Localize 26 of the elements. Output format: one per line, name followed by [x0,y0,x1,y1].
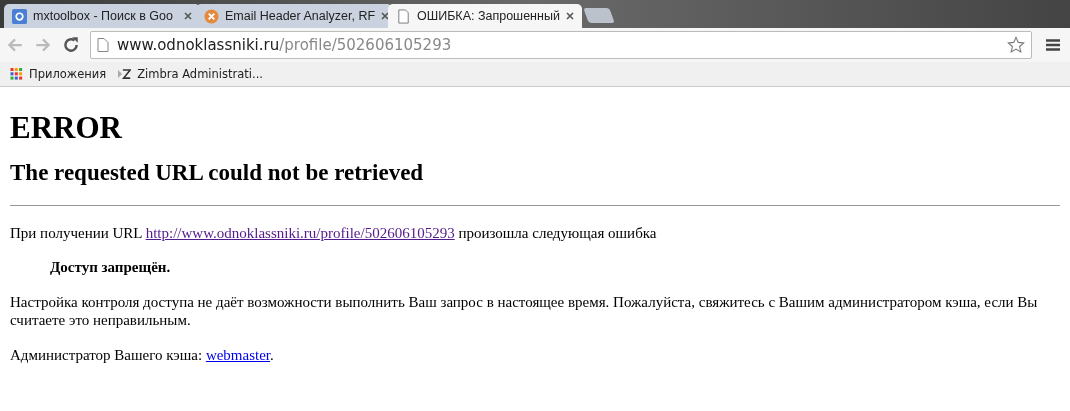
close-icon[interactable] [381,12,390,20]
address-bar[interactable]: www.odnoklassniki.ru/profile/502606105293 [90,31,1032,59]
bookmark-item[interactable]: Приложения [10,67,107,81]
new-tab-button[interactable] [583,8,615,23]
error-message: Доступ запрещён. [50,259,172,276]
close-icon[interactable] [566,12,574,20]
browser-tab[interactable]: ОШИБКА: Запрошенный [388,4,582,28]
menu-icon[interactable] [1046,39,1060,51]
apps-grid-icon [10,68,23,80]
admin-contact: Администратор Вашего кэша: webmaster. [10,346,275,364]
url-path: /profile/502606105293 [279,36,453,54]
error-heading: ERROR [10,110,124,146]
reload-icon[interactable] [62,36,80,54]
page-icon [396,8,411,24]
url-host: www.odnoklassniki.ru [117,36,280,54]
cross-circle-icon [204,8,219,24]
z-logo-icon [118,68,132,80]
star-icon[interactable] [1007,36,1025,54]
bookmark-item[interactable]: Zimbra Administrati... [118,67,263,81]
error-intro: При получении URL http://www.odnoklassniki.ru/profile/502606105293 произошла следующая ошибка [10,224,658,242]
close-icon[interactable] [184,12,192,20]
webmaster-link[interactable]: webmaster [205,347,271,363]
url-link[interactable]: http://www.odnoklassniki.ru/profile/502606105293 [145,225,455,241]
error-explanation: Настройка контроля доступа не даёт возможности выполнить Ваш запрос в настоящее время. Пожалуйста, свяжитесь с Вашим администратором кэша, если Вы считаете это неправильным. [10,293,1039,329]
error-subheading: The requested URL could not be retrieved [10,160,425,186]
page-icon [97,38,109,52]
